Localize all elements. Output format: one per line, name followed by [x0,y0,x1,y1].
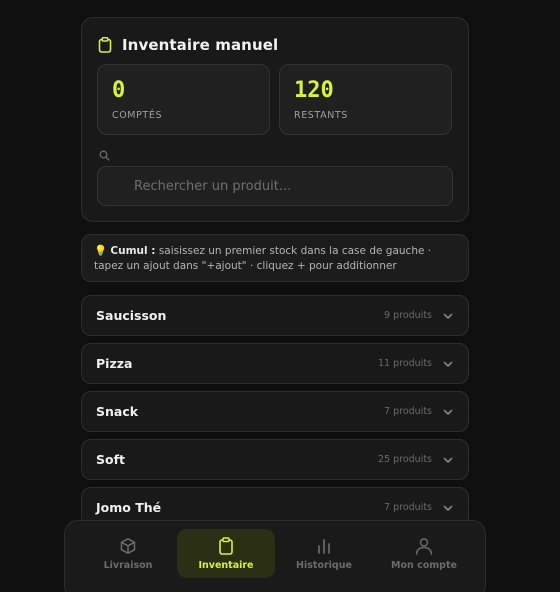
category-name: Saucisson [96,308,167,323]
search-box [97,166,453,206]
category-soft[interactable]: Soft 25 produits [81,439,469,480]
remaining-value: 120 [294,78,334,103]
nav-label: Livraison [103,559,153,571]
nav-label: Historique [296,559,352,571]
nav-livraison[interactable]: Livraison [79,529,177,578]
box-icon [120,537,136,554]
nav-label: Inventaire [198,559,254,571]
remaining-stat: 120 RESTANTS [279,64,452,135]
nav-inventaire[interactable]: Inventaire [177,529,275,578]
remaining-label: RESTANTS [294,110,348,121]
user-icon [415,537,433,555]
category-snack[interactable]: Snack 7 produits [81,391,469,432]
lightbulb-icon: 💡 [94,245,108,257]
clipboard-icon [219,536,233,555]
chevron-down-icon [443,361,453,367]
search-icon [99,150,110,161]
counted-value: 0 [112,78,126,103]
category-name: Pizza [96,356,133,371]
category-name: Soft [96,452,126,467]
category-count: 7 produits [384,406,432,417]
chevron-down-icon [443,313,453,319]
clipboard-icon [98,37,112,53]
category-name: Snack [96,404,139,419]
manual-inventory-card: Inventaire manuel 0 COMPTÉS 120 RESTANTS [81,17,469,222]
category-count: 11 produits [377,358,432,369]
category-saucisson[interactable]: Saucisson 9 produits [81,295,469,336]
card-header: Inventaire manuel [98,34,278,56]
page-title: Inventaire manuel [122,36,279,54]
cumul-tip: 💡 Cumul : saisissez un premier stock dan… [81,234,469,282]
tip-label: Cumul : [110,245,156,257]
category-count: 7 produits [384,502,432,513]
category-count: 9 produits [384,310,432,321]
category-count: 25 produits [377,454,432,465]
nav-historique[interactable]: Historique [275,529,373,578]
chevron-down-icon [443,457,453,463]
chevron-down-icon [443,505,453,511]
category-pizza[interactable]: Pizza 11 produits [81,343,469,384]
nav-mon-compte[interactable]: Mon compte [375,529,473,578]
category-name: Jomo Thé [96,500,162,515]
nav-label: Mon compte [391,559,457,571]
counted-label: COMPTÉS [112,110,163,121]
bar-chart-icon [318,538,330,554]
bottom-nav: Livraison Inventaire Historique Mon comp… [64,520,486,592]
search-input[interactable] [98,167,452,205]
counted-stat: 0 COMPTÉS [97,64,270,135]
chevron-down-icon [443,409,453,415]
